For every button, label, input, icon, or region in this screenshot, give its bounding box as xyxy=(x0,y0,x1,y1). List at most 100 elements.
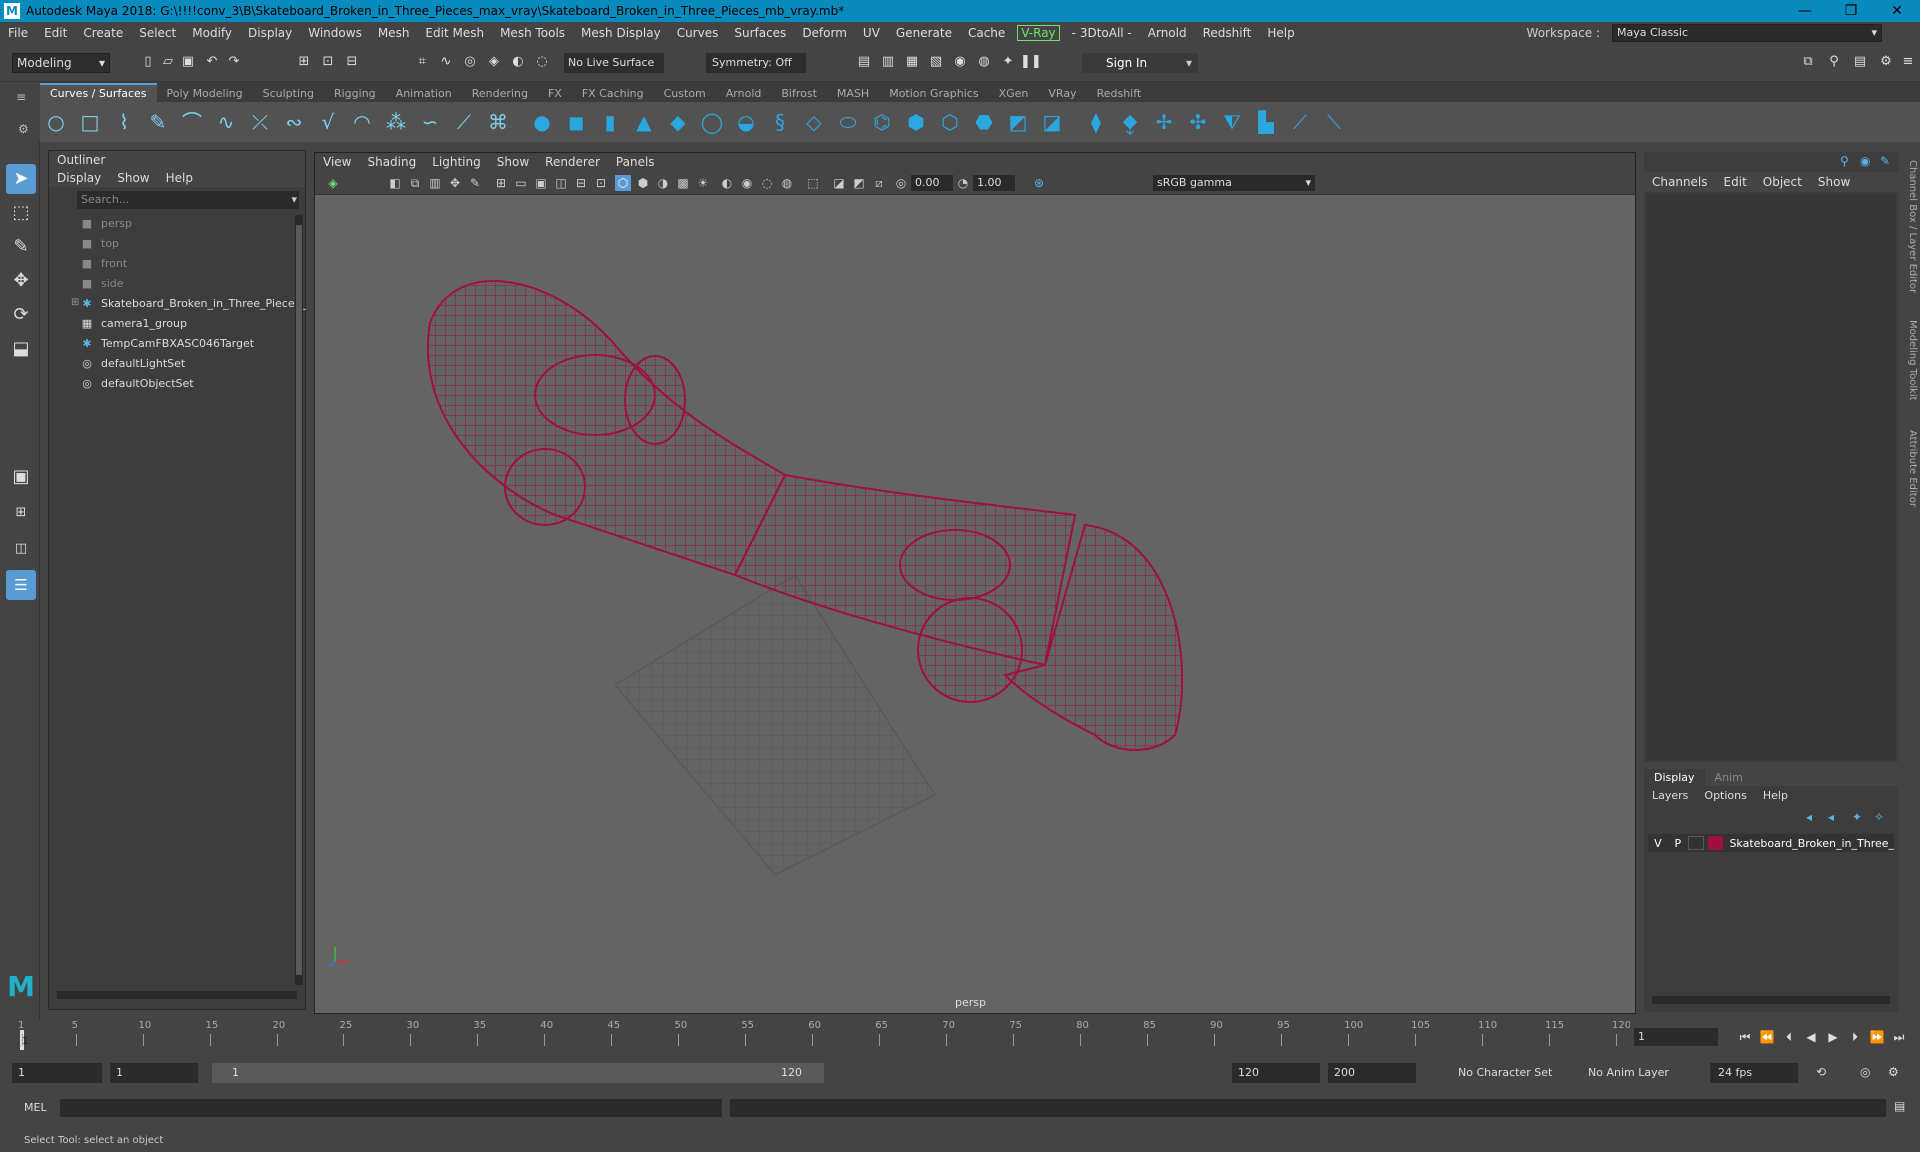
snap-grid-icon[interactable]: ⌗ xyxy=(414,54,430,70)
wireframe-on-shaded-icon[interactable]: ◑ xyxy=(655,175,671,191)
curve-attach-icon[interactable]: ⤫ xyxy=(248,110,272,134)
maximize-button[interactable]: ❐ xyxy=(1828,0,1874,22)
current-frame-field[interactable]: 1 xyxy=(1634,1028,1718,1046)
auto-key-icon[interactable]: ◎ xyxy=(1860,1065,1870,1079)
snap-point-icon[interactable]: ◎ xyxy=(462,54,478,70)
symmetry-select[interactable]: Symmetry: Off xyxy=(706,53,806,73)
new-layer-icon[interactable]: ✦ xyxy=(1852,810,1862,824)
arnold-render-icon[interactable]: ◍ xyxy=(976,54,992,70)
menu-modify[interactable]: Modify xyxy=(184,26,240,40)
offset-curve-icon[interactable]: ⁂ xyxy=(384,110,408,134)
menu-vray[interactable]: V-Ray xyxy=(1017,25,1060,41)
outliner-horizontal-scrollbar[interactable] xyxy=(57,991,297,999)
outliner-menu-display[interactable]: Display xyxy=(49,171,109,185)
outliner-item-side[interactable]: ■ side xyxy=(79,273,124,293)
attach-surface-icon[interactable]: ⧫ xyxy=(1084,110,1108,134)
layer-tab-anim[interactable]: Anim xyxy=(1705,769,1753,786)
shelf-tab-motion-graphics[interactable]: Motion Graphics xyxy=(879,85,988,102)
shelf-tab-rendering[interactable]: Rendering xyxy=(462,85,538,102)
snap-curve-icon[interactable]: ∿ xyxy=(438,54,454,70)
detach-surface-icon[interactable]: ⧪ xyxy=(1118,110,1142,134)
menu-edit-mesh[interactable]: Edit Mesh xyxy=(417,26,492,40)
lasso-tool-icon[interactable]: ⬚ xyxy=(6,198,36,228)
range-bar[interactable]: 1 120 xyxy=(212,1063,824,1083)
xray-joints-icon[interactable]: ◩ xyxy=(851,175,867,191)
menu-uv[interactable]: UV xyxy=(855,26,888,40)
step-forward-frame-icon[interactable]: ⏵ xyxy=(1846,1028,1864,1046)
menu-edit[interactable]: Edit xyxy=(36,26,75,40)
channel-box-menu-show[interactable]: Show xyxy=(1810,175,1858,189)
layer-playback-toggle[interactable]: P xyxy=(1668,837,1688,850)
minimize-button[interactable]: — xyxy=(1782,0,1828,22)
viewport-menu-view[interactable]: View xyxy=(315,155,359,169)
layer-menu-options[interactable]: Options xyxy=(1696,789,1754,802)
nurbs-circle-icon[interactable]: ○ xyxy=(44,110,68,134)
channel-box-menu-channels[interactable]: Channels xyxy=(1644,175,1716,189)
live-surface-field[interactable]: No Live Surface xyxy=(564,53,664,73)
tool-settings-icon[interactable]: ⚙ xyxy=(1878,54,1894,70)
menu-set-select[interactable]: Modeling xyxy=(12,53,110,73)
sculpt-tool-icon[interactable]: ⟋ xyxy=(1288,110,1312,134)
screen-space-ao-icon[interactable]: ◉ xyxy=(739,175,755,191)
pencil-curve-icon[interactable]: ⌒ xyxy=(180,110,204,134)
layer-menu-layers[interactable]: Layers xyxy=(1644,789,1696,802)
outliner-item-tempcam-target[interactable]: ✱ TempCamFBXASC046Target xyxy=(79,333,254,353)
shelf-tab-vray[interactable]: VRay xyxy=(1038,85,1086,102)
isolate-select-icon[interactable]: ⬚ xyxy=(805,175,821,191)
use-all-lights-icon[interactable]: ☀ xyxy=(695,175,711,191)
anti-aliasing-icon[interactable]: ◍ xyxy=(779,175,795,191)
viewport-menu-shading[interactable]: Shading xyxy=(359,155,424,169)
bookmark-icon[interactable]: ⧉ xyxy=(407,175,423,191)
camera-attributes-icon[interactable]: ◧ xyxy=(387,175,403,191)
layer-color-swatch[interactable] xyxy=(1707,836,1724,850)
layer-visibility-toggle[interactable]: V xyxy=(1648,837,1668,850)
outliner-layout-icon[interactable]: ☰ xyxy=(6,570,36,600)
grease-pencil-icon[interactable]: ✎ xyxy=(467,175,483,191)
channel-box-menu-object[interactable]: Object xyxy=(1755,175,1810,189)
cv-curve-icon[interactable]: ⌇ xyxy=(112,110,136,134)
exposure-field[interactable]: 0.00 xyxy=(911,175,953,191)
extrude-icon[interactable]: ⬭ xyxy=(836,110,860,134)
shelf-tab-rigging[interactable]: Rigging xyxy=(324,85,386,102)
trim-tool-icon[interactable]: ◪ xyxy=(1040,110,1064,134)
menu-create[interactable]: Create xyxy=(75,26,131,40)
outliner-vertical-scrollbar[interactable] xyxy=(295,215,303,985)
fps-select[interactable]: 24 fps xyxy=(1710,1063,1798,1083)
menu-arnold[interactable]: Arnold xyxy=(1140,26,1195,40)
nurbs-plane-icon[interactable]: ◆ xyxy=(666,110,690,134)
shelf-menu-icon[interactable]: ≡ xyxy=(16,90,26,104)
side-tab-modeling-toolkit[interactable]: Modeling Toolkit xyxy=(1902,320,1918,401)
field-chart-icon[interactable]: ⊟ xyxy=(573,175,589,191)
film-gate-icon[interactable]: ▭ xyxy=(513,175,529,191)
color-management-icon[interactable]: ⊛ xyxy=(1031,175,1047,191)
viewport-menu-renderer[interactable]: Renderer xyxy=(537,155,608,169)
snap-surface-icon[interactable]: ◐ xyxy=(510,54,526,70)
go-to-end-icon[interactable]: ⏭ xyxy=(1890,1028,1908,1046)
outliner-item-default-object-set[interactable]: ◎ defaultObjectSet xyxy=(79,373,193,393)
square-surface-icon[interactable]: ⬣ xyxy=(972,110,996,134)
move-layer-down-icon[interactable]: ◂ xyxy=(1828,810,1834,824)
time-slider[interactable]: 1 1 5 10 15 20 25 30 35 40 45 50 55 60 65 70 75 80 85 90 95… xyxy=(12,1020,1631,1054)
script-editor-icon[interactable]: ▤ xyxy=(1894,1099,1905,1113)
pause-icon[interactable]: ❚❚ xyxy=(1020,54,1042,70)
arc-tool-icon[interactable]: ∿ xyxy=(214,110,238,134)
select-object-icon[interactable]: ⊡ xyxy=(320,54,336,70)
pin-icon[interactable]: ✎ xyxy=(1880,154,1890,168)
nurbs-cylinder-icon[interactable]: ▮ xyxy=(598,110,622,134)
nurbs-torus-icon[interactable]: ◯ xyxy=(700,110,724,134)
grid-toggle-icon[interactable]: ⊞ xyxy=(493,175,509,191)
outliner-item-camera1-group[interactable]: ▦ camera1_group xyxy=(79,313,187,333)
shelf-tab-bifrost[interactable]: Bifrost xyxy=(771,85,827,102)
sign-in-button[interactable]: Sign In xyxy=(1082,53,1198,73)
outliner-item-skateboard[interactable]: ✱ Skateboard_Broken_in_Three_Pieces_ xyxy=(79,293,305,313)
animation-prefs-icon[interactable]: ⚙ xyxy=(1888,1065,1899,1079)
nurbs-cone-icon[interactable]: ▲ xyxy=(632,110,656,134)
outliner-search-input[interactable]: Search... xyxy=(77,191,299,209)
menu-mesh-tools[interactable]: Mesh Tools xyxy=(492,26,573,40)
render-current-icon[interactable]: ▥ xyxy=(880,54,896,70)
menu-windows[interactable]: Windows xyxy=(300,26,370,40)
select-component-icon[interactable]: ⊟ xyxy=(344,54,360,70)
menu-mesh[interactable]: Mesh xyxy=(370,26,418,40)
menu-deform[interactable]: Deform xyxy=(794,26,855,40)
boundary-icon[interactable]: ⬡ xyxy=(938,110,962,134)
